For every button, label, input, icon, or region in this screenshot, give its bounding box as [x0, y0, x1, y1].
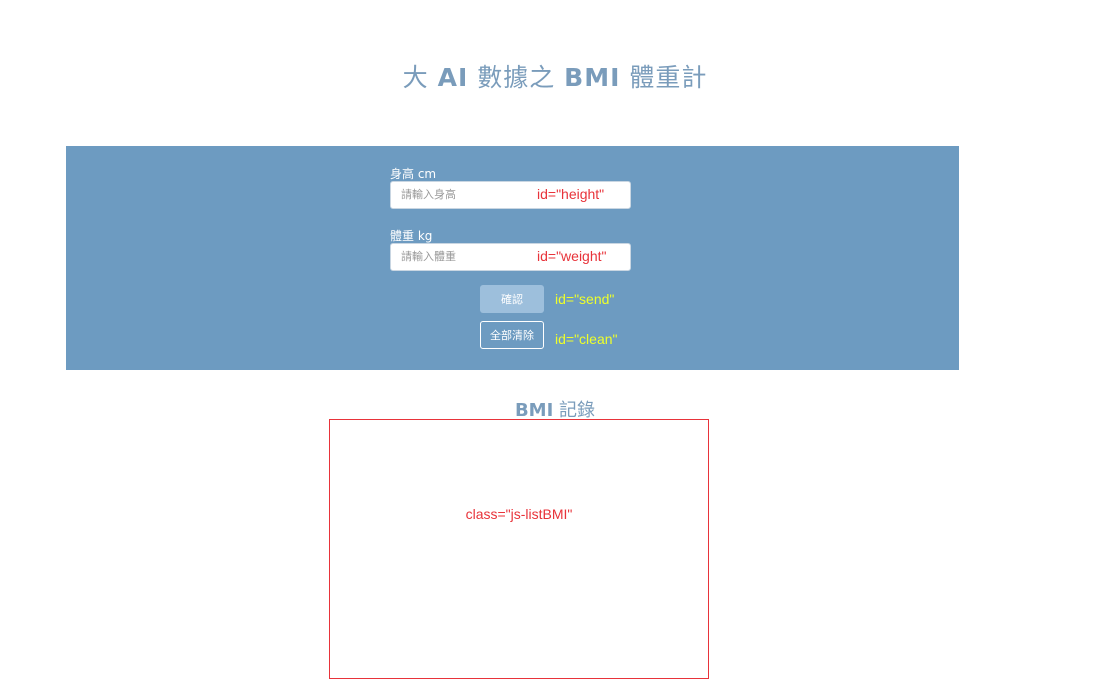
list-class-annotation: class="js-listBMI" — [465, 506, 573, 522]
title-ai: AI — [437, 63, 469, 92]
title-bmi: BMI — [564, 63, 621, 92]
clean-id-annotation: id="clean" — [555, 331, 618, 347]
weight-input[interactable] — [401, 250, 521, 263]
bmi-form-panel: 身高 cm id="height" 體重 kg id="weight" 確認 i… — [66, 146, 959, 370]
title-middle: 數據之 — [468, 63, 565, 92]
height-id-annotation: id="height" — [537, 186, 605, 202]
records-title-bmi: BMI — [514, 400, 554, 421]
send-id-annotation: id="send" — [555, 291, 615, 307]
weight-label: 體重 kg — [390, 229, 433, 243]
bmi-record-list: class="js-listBMI" — [329, 419, 709, 679]
records-title-rest: 記錄 — [553, 400, 596, 421]
title-suffix: 體重計 — [620, 63, 708, 92]
clean-button[interactable]: 全部清除 — [480, 321, 544, 349]
height-label: 身高 cm — [390, 167, 437, 181]
title-prefix: 大 — [402, 63, 438, 92]
weight-id-annotation: id="weight" — [537, 248, 607, 264]
send-button[interactable]: 確認 — [480, 285, 544, 313]
page-title: 大 AI 數據之 BMI 體重計 — [0, 58, 1110, 94]
height-input[interactable] — [401, 188, 521, 201]
